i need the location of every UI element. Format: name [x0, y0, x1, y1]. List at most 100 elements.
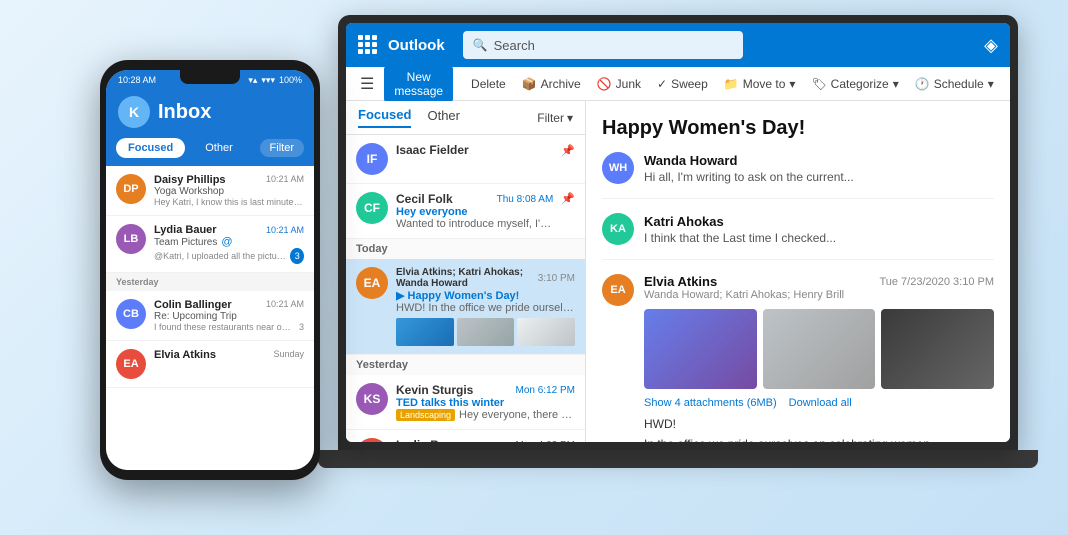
email-list-panel: Focused Other Filter ▾ IF Isaac Fielder: [346, 101, 586, 442]
tab-other[interactable]: Other: [427, 108, 460, 127]
email-preview: HWD! In the office we pride ourselves on: [396, 302, 575, 314]
tab-focused[interactable]: Focused: [358, 107, 411, 128]
phone-header: K Inbox: [106, 90, 314, 138]
reading-pane: Happy Women's Day! WH Wanda Howard Hi al…: [586, 101, 1010, 442]
waffle-dot: [365, 42, 370, 47]
waffle-icon[interactable]: [358, 35, 378, 55]
phone-section-yesterday: Yesterday: [106, 273, 314, 291]
section-yesterday: Yesterday: [346, 355, 585, 375]
reply-preview: I think that the Last time I checked...: [644, 231, 994, 245]
phone-filter-button[interactable]: Filter: [260, 139, 304, 157]
phone-email-subject: Team Pictures: [154, 237, 217, 248]
avatar: WH: [602, 152, 634, 184]
phone-email-sender: Daisy Phillips: [154, 174, 226, 186]
email-item-kevin[interactable]: KS Kevin Sturgis Mon 6:12 PM TED talks t…: [346, 375, 585, 430]
email-time: Mon 4:02 PM: [516, 440, 575, 443]
outlook-toolbar: ☰ New message Delete 📦 Archive 🚫 Junk ✓ …: [346, 67, 1010, 101]
phone-email-preview: @Katri, I uploaded all the pictures fro.…: [154, 251, 286, 261]
move-to-button[interactable]: 📁 Move to ▾: [718, 75, 802, 93]
categorize-button[interactable]: 🏷 Categorize ▾: [805, 75, 904, 93]
reply-sender: Wanda Howard: [644, 153, 737, 168]
phone-email-item[interactable]: DP Daisy Phillips 10:21 AM Yoga Workshop…: [106, 166, 314, 216]
undo-button[interactable]: ↩ Undo: [1004, 75, 1010, 93]
email-thumbnail: [396, 318, 454, 346]
email-content: Lydia Bauer Mon 4:02 PM New Pinboard! An…: [396, 438, 575, 442]
reply-preview: Hi all, I'm writing to ask on the curren…: [644, 170, 994, 184]
phone-device: 10:28 AM ▾▴ ▾▾▾ 100% K Inbox Focused Oth…: [100, 60, 320, 480]
delete-button[interactable]: Delete: [465, 75, 512, 93]
waffle-dot: [358, 49, 363, 54]
phone-email-list: DP Daisy Phillips 10:21 AM Yoga Workshop…: [106, 166, 314, 470]
phone-email-item[interactable]: CB Colin Ballinger 10:21 AM Re: Upcoming…: [106, 291, 314, 341]
attachments-count[interactable]: Show 4 attachments (6MB): [644, 397, 777, 409]
email-item-lydia[interactable]: LB Lydia Bauer Mon 4:02 PM New Pinboard!…: [346, 430, 585, 442]
waffle-dot: [358, 35, 363, 40]
reply-sender: Katri Ahokas: [644, 214, 724, 229]
email-thumbnail: [517, 318, 575, 346]
phone-email-preview: Hey Katri, I know this is last minute, d…: [154, 197, 304, 207]
avatar: EA: [602, 274, 634, 306]
waffle-dot: [372, 49, 377, 54]
pin-icon: 📌: [561, 144, 575, 157]
email-subject: ▶ Happy Women's Day!: [396, 289, 575, 302]
chevron-down-icon: ▾: [567, 111, 573, 125]
email-content: Cecil Folk Thu 8:08 AM Hey everyone Want…: [396, 192, 553, 230]
phone-email-item[interactable]: EA Elvia Atkins Sunday: [106, 341, 314, 388]
avatar: IF: [356, 143, 388, 175]
phone-email-sender: Elvia Atkins: [154, 349, 216, 361]
reply-content: Elvia Atkins Tue 7/23/2020 3:10 PM Wanda…: [644, 274, 994, 442]
attachments-row: Show 4 attachments (6MB) Download all: [644, 397, 994, 409]
reply-recipients: Wanda Howard; Katri Ahokas; Henry Brill: [644, 289, 994, 301]
email-tag: Landscaping: [396, 409, 455, 421]
reply-item-wanda: WH Wanda Howard Hi all, I'm writing to a…: [602, 152, 994, 199]
download-all-button[interactable]: Download all: [789, 397, 852, 409]
phone-tab-focused[interactable]: Focused: [116, 138, 185, 158]
waffle-dot: [372, 42, 377, 47]
email-sender: Lydia Bauer: [396, 438, 464, 442]
filter-button[interactable]: Filter ▾: [537, 111, 573, 125]
phone-email-content: Lydia Bauer 10:21 AM Team Pictures @ @Ka…: [154, 224, 304, 264]
premium-icon: ◈: [984, 35, 998, 56]
email-item-cecil[interactable]: CF Cecil Folk Thu 8:08 AM Hey everyone W…: [346, 184, 585, 239]
email-sender: Cecil Folk: [396, 192, 453, 206]
reply-time: Tue 7/23/2020 3:10 PM: [879, 276, 994, 288]
thread-icon: ▶: [396, 290, 408, 302]
search-bar[interactable]: 🔍 Search: [463, 31, 743, 59]
unread-count-badge: 3: [290, 248, 304, 264]
email-item-isaac[interactable]: IF Isaac Fielder 📌: [346, 135, 585, 184]
new-message-button[interactable]: New message: [384, 66, 453, 102]
battery-indicator: 100%: [279, 75, 302, 85]
phone-email-time: Sunday: [273, 349, 304, 361]
laptop-base: [318, 450, 1038, 468]
email-tabs: Focused Other Filter ▾: [346, 101, 585, 135]
email-time: Thu 8:08 AM: [497, 194, 554, 205]
phone-time: 10:28 AM: [118, 75, 156, 85]
schedule-button[interactable]: 🕐 Schedule ▾: [909, 75, 1000, 93]
junk-button[interactable]: 🚫 Junk: [591, 75, 647, 93]
reply-content: Katri Ahokas I think that the Last time …: [644, 213, 994, 245]
avatar: KS: [356, 383, 388, 415]
reading-image: [881, 309, 994, 389]
avatar: LB: [116, 224, 146, 254]
phone-tab-other[interactable]: Other: [193, 138, 245, 158]
phone-email-content: Daisy Phillips 10:21 AM Yoga Workshop He…: [154, 174, 304, 207]
email-content: Kevin Sturgis Mon 6:12 PM TED talks this…: [396, 383, 575, 421]
hamburger-button[interactable]: ☰: [354, 72, 380, 96]
user-avatar: K: [118, 96, 150, 128]
phone-notch: [180, 70, 240, 84]
phone-tabs: Focused Other Filter: [106, 138, 314, 166]
phone-email-sender: Lydia Bauer: [154, 224, 217, 236]
pin-icon: 📌: [561, 192, 575, 205]
phone-email-item[interactable]: LB Lydia Bauer 10:21 AM Team Pictures @ …: [106, 216, 314, 273]
phone-inbox-title: Inbox: [158, 101, 211, 124]
phone-email-subject: Yoga Workshop: [154, 186, 304, 197]
laptop-screen: Outlook 🔍 Search ◈ ☰ New message Delete …: [346, 23, 1010, 442]
archive-button[interactable]: 📦 Archive: [516, 75, 587, 93]
body-text-1: HWD!: [644, 417, 994, 431]
email-item-selected[interactable]: EA Elvia Atkins; Katri Ahokas; Wanda How…: [346, 259, 585, 355]
sweep-button[interactable]: ✓ Sweep: [651, 75, 714, 93]
avatar: CF: [356, 192, 388, 224]
reading-images: [644, 309, 994, 389]
app-title: Outlook: [388, 37, 445, 54]
search-placeholder: Search: [494, 38, 535, 53]
